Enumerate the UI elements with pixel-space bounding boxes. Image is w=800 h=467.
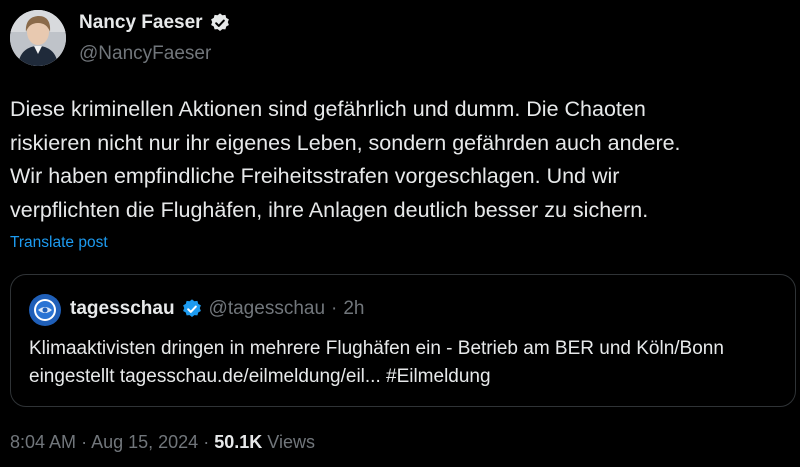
quoted-post-card[interactable]: tagesschau @tagesschau · 2h Klimaaktivis… [10, 274, 796, 407]
author-name[interactable]: Nancy Faeser [79, 12, 203, 34]
quoted-author-handle[interactable]: @tagesschau [209, 298, 325, 320]
author-name-row[interactable]: Nancy Faeser [79, 12, 231, 34]
quoted-post-time[interactable]: 2h [343, 298, 364, 320]
post-metadata: 8:04 AM · Aug 15, 2024 · 50.1K Views [10, 432, 315, 453]
post-time[interactable]: 8:04 AM [10, 432, 76, 452]
separator-dot: · [331, 298, 338, 319]
verified-badge-icon [182, 299, 201, 317]
separator-dot: · [203, 432, 210, 452]
author-avatar[interactable] [10, 10, 66, 66]
views-label: Views [267, 432, 315, 452]
tagesschau-logo-icon [29, 294, 61, 326]
translate-post-link[interactable]: Translate post [10, 234, 108, 252]
quoted-post-header: tagesschau @tagesschau · 2h [70, 298, 364, 320]
quoted-author-name[interactable]: tagesschau [70, 298, 175, 320]
post-date[interactable]: Aug 15, 2024 [91, 432, 198, 452]
tweet-text: Diese kriminellen Aktionen sind gefährli… [10, 97, 681, 222]
views-count: 50.1K [214, 432, 263, 452]
author-handle[interactable]: @NancyFaeser [79, 43, 211, 65]
verified-badge-icon [210, 13, 229, 31]
separator-dot: · [81, 432, 88, 452]
quoted-post-text: Klimaaktivisten dringen in mehrere Flugh… [29, 338, 724, 387]
avatar-image [10, 10, 66, 66]
